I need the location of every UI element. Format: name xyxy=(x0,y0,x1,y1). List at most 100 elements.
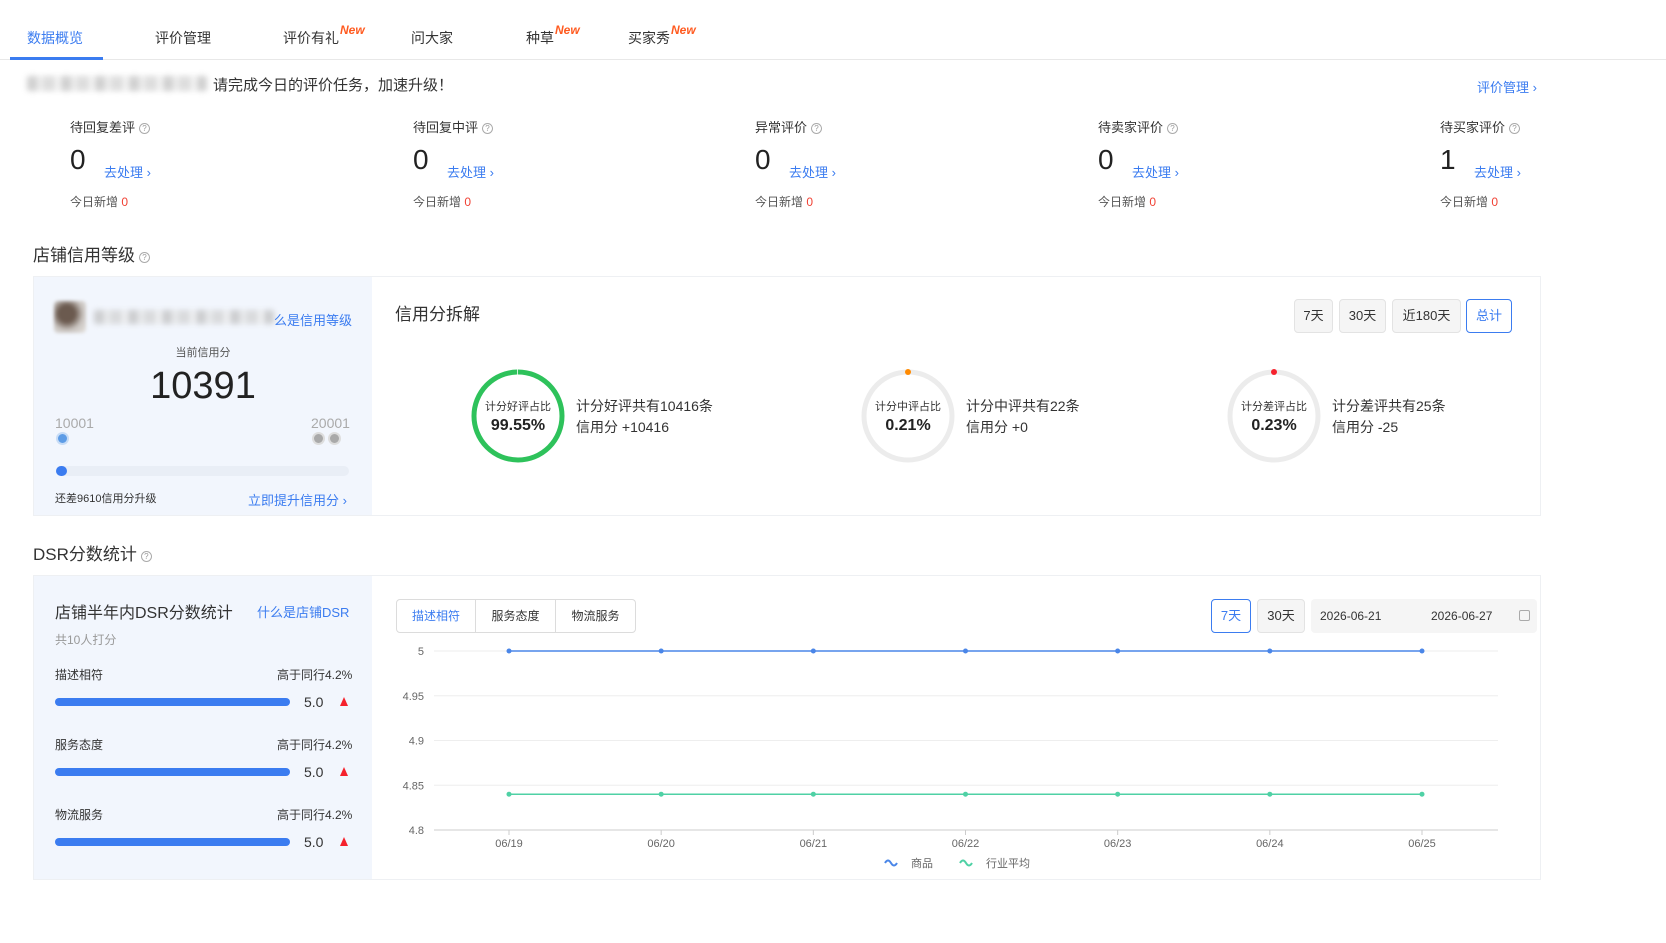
ratio-ring xyxy=(861,369,955,463)
date-start[interactable]: 2026-06-21 xyxy=(1320,609,1381,623)
ring-track xyxy=(1227,369,1321,463)
today-new: 今日新增 0 xyxy=(1098,195,1157,209)
blurred-shop-name xyxy=(27,76,207,91)
level-max: 20001 xyxy=(311,415,350,431)
ring-credit-text: 信用分 +10416 xyxy=(576,419,669,435)
new-badge: New xyxy=(671,23,696,37)
diamond-icon xyxy=(328,432,341,445)
tab-buyer-show[interactable]: 买家秀 New xyxy=(628,23,696,48)
process-link[interactable]: 去处理 › xyxy=(1132,162,1179,181)
chart-tab-logistics[interactable]: 物流服务 xyxy=(555,599,636,633)
dsr-metric-name: 描述相符 xyxy=(55,668,104,682)
ring-count-text: 计分好评共有10416条 xyxy=(576,398,713,414)
diamond-icon xyxy=(56,432,69,445)
help-icon[interactable]: ? xyxy=(1167,123,1179,134)
blurred-shop-name xyxy=(94,310,274,324)
ring-credit-text: 信用分 -25 xyxy=(1332,419,1399,435)
ring-count-text: 计分中评共有22条 xyxy=(966,398,1080,414)
today-new: 今日新增 0 xyxy=(755,195,814,209)
tab-review-management[interactable]: 评价管理 xyxy=(155,28,211,48)
help-icon[interactable]: ? xyxy=(482,123,494,134)
chart-tab-description[interactable]: 描述相符 xyxy=(396,599,476,633)
help-icon[interactable]: ? xyxy=(140,551,152,562)
up-arrow-icon xyxy=(340,837,348,846)
new-badge: New xyxy=(555,23,580,37)
what-is-credit-link[interactable]: 么是信用等级 xyxy=(274,310,352,329)
tab-data-overview[interactable]: 数据概览 xyxy=(27,28,83,48)
ring-label: 计分好评占比 xyxy=(485,401,551,413)
range-7d-button[interactable]: 7天 xyxy=(1294,299,1333,333)
dsr-metric-name: 服务态度 xyxy=(55,738,104,752)
today-new-count: 0 xyxy=(806,195,814,209)
x-tick-label: 06/20 xyxy=(647,838,675,850)
help-icon[interactable]: ? xyxy=(139,252,150,263)
up-arrow-icon xyxy=(340,767,348,776)
data-point xyxy=(810,791,816,797)
ratio-ring xyxy=(1227,369,1321,463)
today-new-count: 0 xyxy=(121,195,129,209)
data-point xyxy=(810,648,816,654)
today-new-count: 0 xyxy=(1149,195,1157,209)
tab-bar: 数据概览 评价管理 评价有礼 New 问大家 种草 New 买家秀 New xyxy=(0,0,1666,60)
stat-value: 0 xyxy=(1098,144,1114,175)
process-link[interactable]: 去处理 › xyxy=(789,162,836,181)
tab-review-gift[interactable]: 评价有礼 New xyxy=(283,23,365,48)
stat-value: 0 xyxy=(70,144,86,175)
what-is-dsr-link[interactable]: 什么是店铺DSR xyxy=(257,602,349,621)
tab-ask-everyone[interactable]: 问大家 xyxy=(411,28,453,48)
stat-label: 异常评价? xyxy=(755,117,823,136)
ring-label: 计分差评占比 xyxy=(1241,401,1307,413)
range-total-button[interactable]: 总计 xyxy=(1466,299,1512,333)
data-point xyxy=(1115,791,1121,797)
credit-progress-fill xyxy=(56,466,68,476)
tab-seeding[interactable]: 种草 New xyxy=(526,23,580,48)
data-point xyxy=(963,648,968,654)
breakdown-title: 信用分拆解 xyxy=(395,305,480,324)
today-new-count: 0 xyxy=(1491,195,1499,209)
x-tick-label: 06/23 xyxy=(1104,838,1132,850)
ring-track xyxy=(861,369,955,463)
calendar-icon[interactable] xyxy=(1519,610,1530,621)
ring-dot xyxy=(1271,369,1277,375)
range-30d-button[interactable]: 30天 xyxy=(1339,299,1386,333)
y-tick-label: 4.95 xyxy=(403,691,424,703)
review-management-link[interactable]: 评价管理 › xyxy=(1477,77,1537,96)
data-point xyxy=(1419,791,1425,797)
dsr-metric-score: 5.0 xyxy=(304,834,324,850)
process-link[interactable]: 去处理 › xyxy=(1474,162,1521,181)
task-message: 请完成今日的评价任务，加速升级！ xyxy=(213,77,454,94)
y-tick-label: 5 xyxy=(418,646,424,658)
process-link[interactable]: 去处理 › xyxy=(104,162,151,181)
date-end[interactable]: 2026-06-27 xyxy=(1431,609,1492,623)
date-range-picker[interactable]: 2026-06-21 2026-06-27 xyxy=(1311,599,1537,633)
help-icon[interactable]: ? xyxy=(1509,123,1521,134)
data-point xyxy=(963,791,968,797)
help-icon[interactable]: ? xyxy=(139,123,151,134)
stat-label: 待卖家评价? xyxy=(1098,117,1179,136)
up-arrow-icon xyxy=(340,697,348,706)
active-tab-indicator xyxy=(10,57,103,60)
chart-tab-service[interactable]: 服务态度 xyxy=(475,599,556,633)
dsr-metric-bar xyxy=(55,838,290,846)
stat-label: 待买家评价? xyxy=(1440,117,1521,136)
dsr-metric-compare: 高于同行4.2% xyxy=(277,738,353,752)
data-point xyxy=(1115,648,1121,654)
dsr-range-7d-button[interactable]: 7天 xyxy=(1211,599,1251,633)
legend-swatch xyxy=(959,859,973,867)
help-icon[interactable]: ? xyxy=(811,123,823,134)
dsr-metric-compare: 高于同行4.2% xyxy=(277,668,353,682)
dsr-range-30d-button[interactable]: 30天 xyxy=(1257,599,1305,633)
data-point xyxy=(1267,791,1273,797)
credit-left-panel: 么是信用等级 当前信用分 10391 10001 20001 还差9610信用分… xyxy=(34,277,372,515)
dsr-line-chart: 5 4.95 4.9 4.85 4.8 06/19 06/20 06/21 06/22 06/23… xyxy=(403,646,1498,870)
remain-to-upgrade: 还差9610信用分升级 xyxy=(55,493,157,505)
x-tick-label: 06/19 xyxy=(495,838,523,850)
dsr-section-title: DSR分数统计? xyxy=(33,540,152,565)
range-180d-button[interactable]: 近180天 xyxy=(1392,299,1461,333)
process-link[interactable]: 去处理 › xyxy=(447,162,494,181)
ring-credit-text: 信用分 +0 xyxy=(966,419,1028,435)
dsr-metric-bar xyxy=(55,768,290,776)
diamond-icon xyxy=(312,432,325,445)
boost-credit-link[interactable]: 立即提升信用分 › xyxy=(248,490,347,509)
data-point xyxy=(658,648,664,654)
